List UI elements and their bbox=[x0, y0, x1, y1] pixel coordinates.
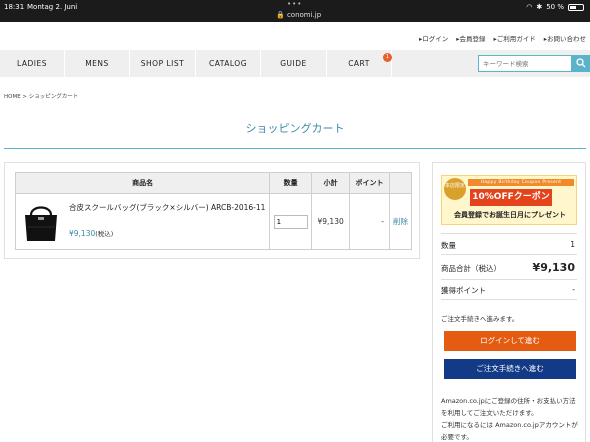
cart-panel: 商品名 数量 小計 ポイント 合皮スクールバッグ(ブラック×シルバー) ARCB… bbox=[4, 162, 420, 259]
coupon-stamp: 本店限定 bbox=[444, 178, 466, 200]
summary-divider bbox=[441, 299, 577, 300]
guide-link[interactable]: ▸ご利用ガイド bbox=[493, 33, 535, 43]
points-cell: - bbox=[349, 193, 390, 250]
coupon-heading: Happy Birthday Coupon Present bbox=[468, 179, 574, 186]
amazon-account-note: ご利用になるには Amazon.co.jpアカウントが必要です。 bbox=[441, 421, 578, 441]
checkout-note: ご注文手続きへ進みます。 bbox=[441, 315, 519, 323]
battery-icon bbox=[568, 3, 584, 11]
top-links: ▸ログイン ▸会員登録 ▸ご利用ガイド ▸お問い合わせ bbox=[419, 33, 586, 43]
header-subtotal: 小計 bbox=[311, 172, 351, 194]
ios-status-bar: 18:31 Montag 2. Juni ••• 🔒 conomi.jp ◠ ✱… bbox=[0, 0, 590, 22]
summary-quantity-row: 数量 1 bbox=[441, 240, 577, 251]
cart-count-badge: 1 bbox=[383, 53, 392, 62]
coupon-subtitle: 会員登録でお誕生日月にプレゼント bbox=[454, 211, 566, 219]
header-points: ポイント bbox=[349, 172, 390, 194]
summary-points-label: 獲得ポイント bbox=[441, 286, 486, 295]
login-link[interactable]: ▸ログイン bbox=[419, 33, 448, 43]
tab-dots-icon[interactable]: ••• bbox=[287, 0, 302, 8]
coupon-ribbon: 10%OFFクーポン bbox=[470, 189, 552, 206]
subtotal-cell: ¥9,130 bbox=[311, 193, 351, 250]
product-thumbnail[interactable] bbox=[22, 203, 60, 243]
product-cell: 合皮スクールバッグ(ブラック×シルバー) ARCB-2016-11 ¥9,130… bbox=[14, 193, 271, 250]
address-url: conomi.jp bbox=[286, 11, 322, 19]
summary-divider bbox=[441, 233, 577, 234]
table-row: 合皮スクールバッグ(ブラック×シルバー) ARCB-2016-11 ¥9,130… bbox=[14, 193, 412, 250]
search-button[interactable] bbox=[572, 55, 590, 72]
address-bar[interactable]: 🔒 conomi.jp bbox=[276, 11, 321, 19]
tax-note: (税込) bbox=[95, 230, 114, 238]
header-delete bbox=[389, 172, 412, 194]
nav-catalog[interactable]: CATALOG bbox=[196, 50, 261, 77]
amazon-note: Amazon.co.jpにご登録の住所・お支払い方法を利用してご注文いただけます… bbox=[441, 397, 576, 417]
status-right: ◠ ✱ 50 % bbox=[526, 3, 584, 11]
summary-divider bbox=[441, 279, 577, 280]
login-and-proceed-button[interactable]: ログインして進む bbox=[444, 331, 576, 351]
nav-cart[interactable]: CART bbox=[327, 50, 392, 77]
summary-quantity-label: 数量 bbox=[441, 241, 456, 250]
register-link[interactable]: ▸会員登録 bbox=[456, 33, 485, 43]
delete-link[interactable]: 削除 bbox=[389, 193, 412, 250]
summary-points-row: 獲得ポイント - bbox=[441, 285, 577, 296]
status-time: 18:31 bbox=[4, 3, 25, 11]
header-quantity: 数量 bbox=[269, 172, 313, 194]
wifi-icon: ◠ bbox=[526, 3, 533, 11]
contact-link[interactable]: ▸お問い合わせ bbox=[544, 33, 586, 43]
search-input[interactable] bbox=[478, 55, 572, 72]
nav-ladies[interactable]: LADIES bbox=[0, 50, 65, 77]
summary-quantity-value: 1 bbox=[570, 240, 575, 249]
cart-table: 商品名 数量 小計 ポイント 合皮スクールバッグ(ブラック×シルバー) ARCB… bbox=[14, 172, 412, 250]
header-product: 商品名 bbox=[14, 172, 271, 194]
summary-points-value: - bbox=[572, 285, 575, 294]
summary-divider bbox=[441, 254, 577, 255]
nav-guide[interactable]: GUIDE bbox=[261, 50, 327, 77]
page-title: ショッピングカート bbox=[245, 122, 345, 135]
nav-mens[interactable]: MENS bbox=[65, 50, 130, 77]
summary-total-value: ¥9,130 bbox=[532, 261, 575, 274]
proceed-to-checkout-button[interactable]: ご注文手続きへ進む bbox=[444, 359, 576, 379]
coupon-banner[interactable]: 本店限定 Happy Birthday Coupon Present 10%OF… bbox=[441, 175, 577, 225]
quantity-cell bbox=[269, 193, 313, 250]
product-price-value: ¥9,130 bbox=[69, 229, 96, 238]
nav-shop-list[interactable]: SHOP LIST bbox=[130, 50, 196, 77]
order-summary-panel: 本店限定 Happy Birthday Coupon Present 10%OF… bbox=[432, 162, 586, 442]
quantity-input[interactable] bbox=[273, 214, 308, 229]
summary-total-row: 商品合計（税込） ¥9,130 bbox=[441, 261, 577, 274]
battery-label: 50 % bbox=[546, 3, 564, 11]
bluetooth-icon: ✱ bbox=[536, 3, 543, 11]
product-price: ¥9,130(税込) bbox=[69, 228, 113, 238]
title-divider bbox=[4, 148, 586, 149]
search-icon bbox=[576, 58, 586, 68]
product-name-link[interactable]: 合皮スクールバッグ(ブラック×シルバー) ARCB-2016-11 bbox=[69, 202, 269, 214]
breadcrumb[interactable]: HOME > ショッピングカート bbox=[4, 92, 78, 100]
status-date: Montag 2. Juni bbox=[27, 3, 78, 11]
summary-total-label: 商品合計（税込） bbox=[441, 264, 501, 273]
battery-fill bbox=[570, 5, 576, 9]
cart-header-row: 商品名 数量 小計 ポイント bbox=[14, 172, 412, 194]
